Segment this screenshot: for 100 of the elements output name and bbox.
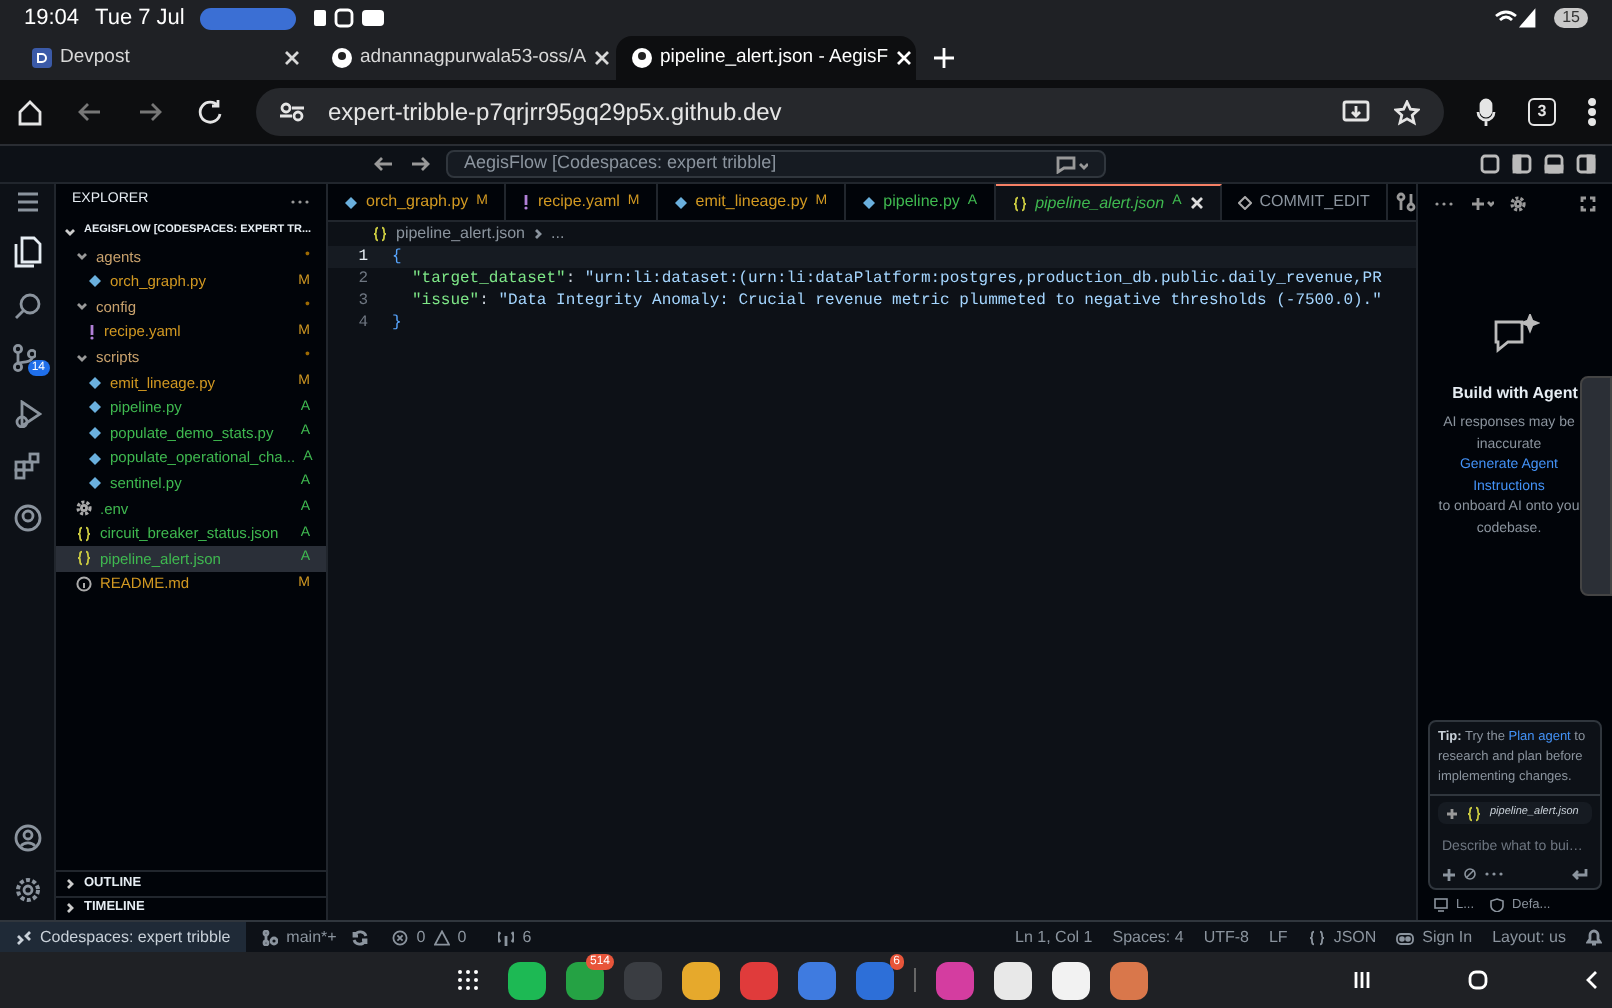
- microphone-icon[interactable]: [1476, 98, 1496, 126]
- breadcrumb-file[interactable]: pipeline_alert.json: [396, 222, 525, 246]
- source-control-icon[interactable]: [11, 344, 35, 372]
- shield-icon: [1490, 898, 1505, 912]
- install-icon[interactable]: [1342, 100, 1370, 124]
- flower-app-icon[interactable]: [936, 961, 974, 999]
- chevron-down-icon: [64, 225, 76, 237]
- copilot-icon: [1396, 929, 1415, 945]
- branch-indicator[interactable]: main*+: [246, 925, 353, 949]
- line-number: 4: [356, 312, 370, 334]
- yaml-file-icon: [88, 324, 96, 341]
- keyboard-layout[interactable]: Layout: us: [1482, 925, 1576, 949]
- sidebar-toggle-icon[interactable]: [1512, 154, 1532, 174]
- ports-indicator[interactable]: 6: [490, 925, 540, 949]
- more-icon[interactable]: [1588, 98, 1596, 126]
- message-app-icon[interactable]: [798, 961, 836, 999]
- devpost-logo-icon: [32, 48, 52, 68]
- python-file-icon: [861, 195, 876, 209]
- command-center[interactable]: AegisFlow [Codespaces: expert tribble]: [446, 150, 1106, 178]
- folder-app-icon[interactable]: [682, 961, 720, 999]
- sunburst-app-icon[interactable]: [1110, 961, 1148, 999]
- status-position[interactable]: Ln 1, Col 1: [1005, 925, 1103, 949]
- add-icon[interactable]: [1442, 867, 1456, 881]
- json-file-icon: [76, 550, 92, 567]
- line-number: 1: [356, 246, 370, 268]
- error-icon: [392, 929, 409, 945]
- chat-bubble-app-icon[interactable]: [566, 961, 604, 999]
- python-file-icon: [673, 195, 688, 209]
- back-button-icon[interactable]: [1584, 970, 1600, 990]
- commit-icon: [1237, 195, 1252, 209]
- account-icon[interactable]: [13, 824, 41, 852]
- sync-icon[interactable]: [352, 929, 369, 945]
- tab-title: pipeline_alert.json - AegisF: [660, 43, 889, 72]
- browser-app-icon[interactable]: [994, 961, 1032, 999]
- panel-toggle-icon[interactable]: [1544, 154, 1564, 174]
- more-actions-icon[interactable]: [1434, 199, 1454, 207]
- chat-heading: Build with Agent: [1452, 382, 1578, 406]
- braces-icon: [1307, 929, 1326, 945]
- compare-changes-icon[interactable]: [1395, 192, 1416, 212]
- search-icon[interactable]: [13, 292, 41, 320]
- star-icon[interactable]: [1394, 99, 1420, 125]
- forward-icon[interactable]: [136, 98, 164, 126]
- clock-time: 19:04: [24, 3, 80, 34]
- app-drawer-icon[interactable]: [456, 968, 480, 992]
- recent-apps-icon[interactable]: [1352, 970, 1372, 990]
- browser-tab[interactable]: Devpost: [16, 36, 316, 80]
- command-center-text: AegisFlow [Codespaces: expert tribble]: [464, 150, 779, 177]
- status-spaces[interactable]: Spaces: 4: [1102, 925, 1194, 949]
- status-encoding[interactable]: UTF-8: [1193, 925, 1259, 949]
- language-mode[interactable]: JSON: [1297, 925, 1387, 949]
- bell-icon[interactable]: [1586, 928, 1602, 946]
- close-icon: [284, 50, 300, 66]
- home-icon[interactable]: [16, 98, 44, 126]
- breadcrumb-more[interactable]: ...: [551, 222, 565, 246]
- layout-toggle-icon[interactable]: [1480, 154, 1500, 174]
- date-text: Tue 7 Jul: [95, 3, 185, 34]
- problems-indicator[interactable]: 0 0: [368, 925, 491, 949]
- editor-tab[interactable]: COMMIT_EDIT: [1221, 184, 1388, 220]
- code-line: {: [390, 246, 402, 268]
- more-actions-icon[interactable]: [290, 197, 310, 205]
- extensions-icon[interactable]: [13, 452, 41, 480]
- forward-icon[interactable]: [410, 154, 430, 174]
- settings-icon[interactable]: [1510, 195, 1526, 211]
- line-number: 3: [356, 290, 370, 312]
- reload-icon[interactable]: [196, 98, 224, 126]
- call-pill: [200, 7, 297, 29]
- back-icon[interactable]: [76, 98, 104, 126]
- back-icon[interactable]: [374, 154, 394, 174]
- url-text: expert-tribble-p7qrjrr95gq29p5x.github.dev: [328, 96, 784, 130]
- close-icon[interactable]: [1189, 196, 1204, 210]
- browser-tab[interactable]: pipeline_alert.json - AegisF: [616, 36, 916, 80]
- tab-title: adnannagpurwala53-oss/A: [360, 43, 587, 72]
- site-settings-icon: [280, 102, 304, 122]
- run-debug-icon[interactable]: [13, 400, 41, 428]
- info-icon: [76, 576, 92, 593]
- notes-app-icon[interactable]: [740, 961, 778, 999]
- menu-icon[interactable]: [15, 192, 39, 212]
- files-icon[interactable]: [13, 236, 41, 268]
- new-tab-icon[interactable]: [932, 46, 956, 70]
- phone-app-icon[interactable]: [508, 961, 546, 999]
- settings-icon[interactable]: [13, 876, 41, 904]
- secondary-sidebar-toggle-icon[interactable]: [1576, 154, 1596, 174]
- home-button-icon[interactable]: [1468, 970, 1488, 990]
- sparkle-app-icon[interactable]: [1052, 961, 1090, 999]
- chat-icon[interactable]: [1056, 155, 1088, 173]
- new-chat-icon[interactable]: [1470, 195, 1494, 211]
- sign-in-button[interactable]: Sign In: [1386, 925, 1483, 949]
- branch-icon: [262, 929, 279, 945]
- code-line: }: [390, 312, 402, 334]
- code-line: "target_dataset": "urn:li:dataset:(urn:li:dataPlatform:postgres,production_db.public.daily_revenue,PR: [410, 268, 1382, 290]
- status-eol[interactable]: LF: [1258, 925, 1298, 949]
- maximize-icon[interactable]: [1580, 195, 1596, 211]
- send-icon[interactable]: [1572, 868, 1588, 880]
- chevron-right-icon: [533, 228, 543, 240]
- tab-count-button[interactable]: 3: [1528, 98, 1556, 126]
- remote-indicator[interactable]: Codespaces: expert tribble: [0, 922, 247, 952]
- browser-tab[interactable]: adnannagpurwala53-oss/A: [316, 36, 616, 80]
- more-options-icon[interactable]: [1484, 870, 1504, 878]
- chat-bubble-app-icon[interactable]: [856, 961, 894, 999]
- address-bar[interactable]: expert-tribble-p7qrjrr95gq29p5x.github.dev: [256, 88, 1444, 136]
